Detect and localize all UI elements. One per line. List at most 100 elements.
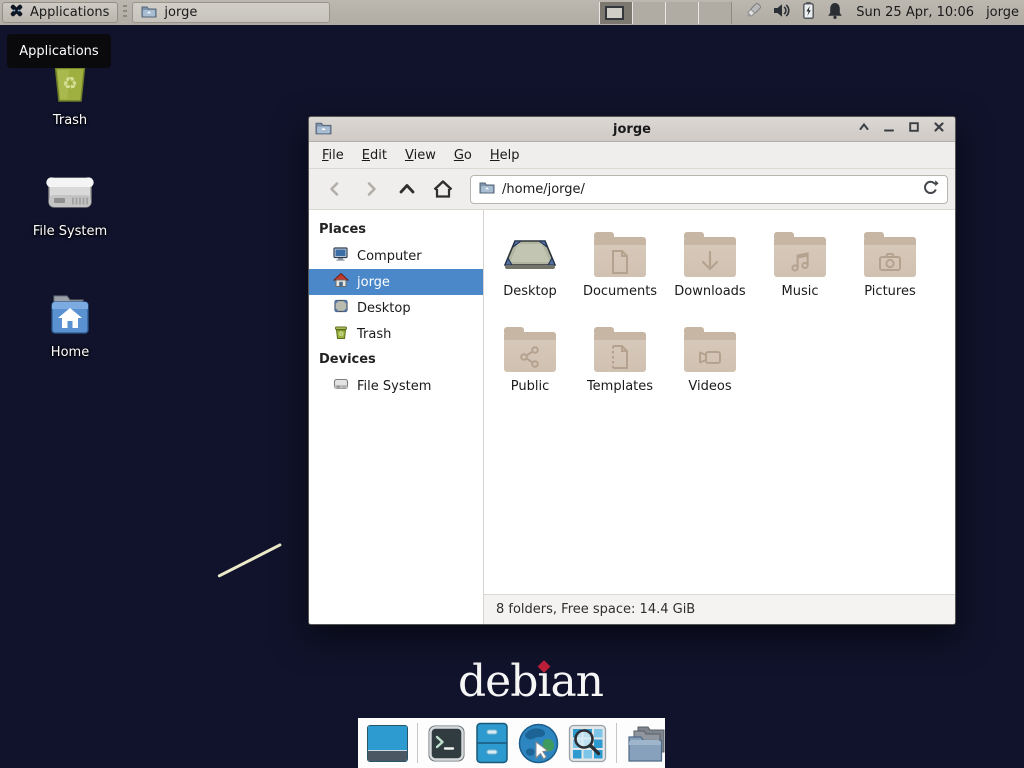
statusbar: 8 folders, Free space: 14.4 GiB — [484, 594, 955, 624]
folder-item-downloads[interactable]: Downloads — [665, 219, 755, 314]
taskbar-window-label: jorge — [164, 5, 197, 20]
folder-icon — [504, 332, 556, 372]
menubar: File Edit View Go Help — [309, 142, 955, 169]
folder-label: Pictures — [864, 284, 915, 299]
sidebar-item-label: Computer — [357, 249, 422, 264]
maximize-button[interactable] — [908, 121, 920, 137]
minimize-button[interactable] — [883, 121, 895, 137]
svg-text:♻: ♻ — [62, 74, 77, 94]
folder-item-public[interactable]: Public — [485, 314, 575, 409]
menu-view[interactable]: View — [396, 144, 445, 167]
window-body: Places Computer — [309, 210, 955, 624]
folder-launcher[interactable] — [626, 723, 670, 764]
places-header: Places — [309, 217, 483, 243]
dock-panel — [358, 718, 665, 768]
folder-icon — [684, 237, 736, 277]
folder-grid: Desktop Documents Downloads — [484, 210, 955, 409]
sidebar-item-computer[interactable]: Computer — [309, 243, 483, 269]
reload-icon[interactable] — [921, 178, 939, 200]
display-tool-tray-icon[interactable] — [744, 1, 763, 24]
folder-label: Documents — [583, 284, 657, 299]
workspace-1[interactable] — [599, 2, 632, 24]
window-titlebar[interactable]: jorge — [309, 117, 955, 142]
applications-label: Applications — [30, 5, 109, 20]
location-input[interactable] — [502, 182, 914, 197]
volume-tray-icon[interactable] — [772, 1, 791, 24]
workspace-window-thumbnail — [605, 6, 624, 20]
folder-icon — [864, 237, 916, 277]
desktop-icon-file-system[interactable]: File System — [22, 171, 118, 239]
folder-item-documents[interactable]: Documents — [575, 219, 665, 314]
applications-tooltip: Applications — [7, 34, 111, 68]
sidebar-item-label: Trash — [357, 327, 391, 342]
terminal-launcher[interactable] — [427, 724, 466, 763]
top-panel: Applications jorge — [0, 0, 1024, 25]
location-bar[interactable] — [470, 175, 948, 204]
sidebar-item-trash[interactable]: ♻ Trash — [309, 321, 483, 347]
dock-separator — [616, 723, 617, 763]
folder-stack-icon — [626, 723, 670, 764]
workspace-3[interactable] — [665, 2, 698, 24]
shade-button[interactable] — [858, 121, 870, 137]
panel-clock[interactable]: Sun 25 Apr, 10:06 — [856, 5, 974, 20]
debian-logo-i: ı — [537, 660, 550, 704]
sidebar-item-desktop[interactable]: Desktop — [309, 295, 483, 321]
folder-icon — [774, 237, 826, 277]
folder-item-pictures[interactable]: Pictures — [845, 219, 935, 314]
back-button[interactable] — [317, 174, 353, 204]
drive-small-icon — [333, 376, 349, 396]
location-folder-icon — [479, 180, 495, 198]
menu-go[interactable]: Go — [445, 144, 481, 167]
folder-item-videos[interactable]: Videos — [665, 314, 755, 409]
web-browser-launcher[interactable] — [518, 723, 559, 764]
desktop-icon-label: Home — [22, 345, 118, 360]
menu-edit[interactable]: Edit — [353, 144, 396, 167]
trash-small-icon: ♻ — [333, 324, 349, 344]
home-folder-icon — [46, 291, 94, 336]
applications-menu-button[interactable]: Applications — [2, 2, 118, 23]
home-button[interactable] — [425, 174, 461, 204]
folder-label: Desktop — [503, 284, 557, 299]
applications-icon — [8, 2, 25, 23]
menu-help[interactable]: Help — [481, 144, 529, 167]
sidebar-item-jorge[interactable]: jorge — [309, 269, 483, 295]
folder-label: Music — [782, 284, 819, 299]
panel-grip[interactable] — [123, 5, 127, 20]
file-manager-window: jorge File Edit View Go Help — [308, 116, 956, 625]
desktop-board-icon — [502, 233, 558, 277]
sidebar-item-label: jorge — [357, 275, 390, 290]
application-finder-launcher[interactable] — [568, 724, 607, 763]
application-finder-icon — [568, 724, 607, 763]
desktop-icon-label: File System — [22, 224, 118, 239]
workspace-4[interactable] — [698, 2, 731, 24]
folder-item-templates[interactable]: Templates — [575, 314, 665, 409]
notifications-tray-icon[interactable] — [826, 1, 844, 24]
terminal-icon — [427, 724, 466, 763]
file-manager-launcher[interactable] — [475, 722, 509, 764]
battery-tray-icon[interactable] — [800, 1, 817, 24]
up-button[interactable] — [389, 174, 425, 204]
sidebar-item-file-system[interactable]: File System — [309, 373, 483, 399]
close-button[interactable] — [933, 121, 945, 137]
desktop-icon-home[interactable]: Home — [22, 291, 118, 360]
file-cabinet-icon — [475, 722, 509, 764]
panel-username[interactable]: jorge — [986, 5, 1019, 20]
workspace-2[interactable] — [632, 2, 665, 24]
folder-item-music[interactable]: Music — [755, 219, 845, 314]
menu-file[interactable]: File — [313, 144, 353, 167]
home-icon — [333, 272, 349, 292]
debian-logo-prefix: deb — [458, 660, 537, 704]
folder-item-desktop[interactable]: Desktop — [485, 219, 575, 314]
taskbar-window-button[interactable]: jorge — [132, 2, 330, 23]
hard-drive-icon — [46, 171, 94, 215]
sidebar-item-label: Desktop — [357, 301, 411, 316]
file-view[interactable]: Desktop Documents Downloads — [484, 210, 955, 624]
system-tray — [744, 1, 844, 24]
folder-label: Videos — [688, 379, 731, 394]
workspace-pager[interactable] — [599, 2, 732, 24]
forward-button[interactable] — [353, 174, 389, 204]
show-desktop-button[interactable] — [367, 725, 408, 762]
svg-text:♻: ♻ — [338, 330, 344, 338]
folder-label: Downloads — [674, 284, 745, 299]
desktop-icon-label: Trash — [22, 113, 118, 128]
